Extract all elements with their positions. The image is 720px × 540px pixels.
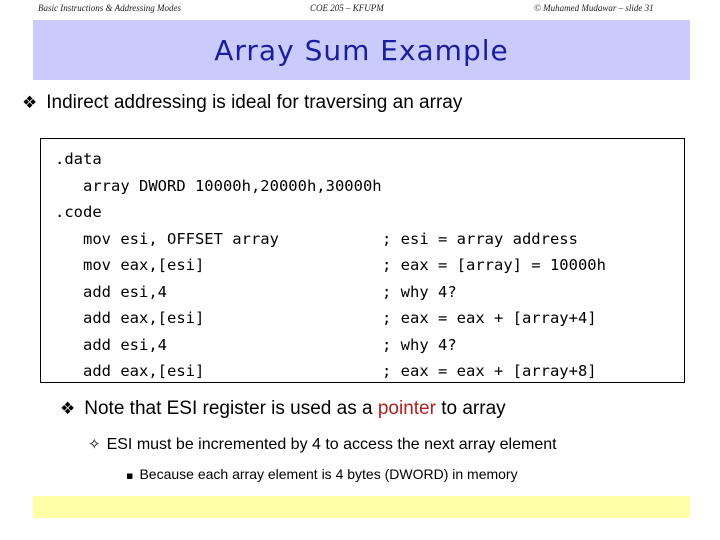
code-comment: ; eax = eax + [array+4] [382, 309, 597, 327]
code-row: add eax,[esi] ; eax = eax + [array+8] [55, 358, 684, 385]
code-row: add esi,4 ; why 4? [55, 332, 684, 359]
bullet-esi-text: ESI must be incremented by 4 to access t… [106, 436, 557, 453]
bullet-esi: ✧ ESI must be incremented by 4 to access… [88, 436, 557, 454]
code-row: add eax,[esi] ; eax = eax + [array+4] [55, 305, 684, 332]
code-source: add esi,4 [55, 282, 167, 301]
footer-credit: © Muhamed Mudawar – slide 31 [534, 3, 654, 13]
bullet-note-highlight: pointer [377, 398, 436, 419]
code-source: add esi,4 [55, 335, 167, 354]
code-row: .data [55, 146, 684, 173]
title-banner: Array Sum Example [33, 20, 690, 80]
bullet-because: ▪ Because each array element is 4 bytes … [126, 466, 518, 482]
code-comment: ; eax = [array] = 10000h [382, 256, 606, 274]
bullet-intro-text: Indirect addressing is ideal for travers… [46, 92, 463, 113]
footer-course-topic: Basic Instructions & Addressing Modes [38, 3, 181, 13]
bullet-note-text-before: Note that ESI register is used as a [84, 398, 378, 419]
code-source: add eax,[esi] [55, 309, 205, 327]
footer-band [33, 496, 690, 518]
code-comment: ; eax = eax + [array+8] [382, 362, 597, 380]
bullet-note: ❖ Note that ESI register is used as a po… [60, 398, 506, 420]
code-comment: ; why 4? [382, 335, 457, 354]
code-source: mov esi, OFFSET array [55, 229, 279, 248]
bullet-note-text: Note that ESI register is used as a poin… [84, 398, 505, 420]
bullet-because-text: Because each array element is 4 bytes (D… [139, 466, 518, 482]
code-source: add eax,[esi] [55, 362, 205, 380]
code-comment: ; why 4? [382, 282, 457, 301]
bullet-intro: ❖ Indirect addressing is ideal for trave… [22, 92, 462, 114]
code-source: array DWORD 10000h,20000h,30000h [55, 176, 382, 195]
code-block: .data array DWORD 10000h,20000h,30000h .… [40, 138, 685, 383]
bullet-note-text-after: to array [435, 398, 506, 419]
diamond-bullet-icon: ❖ [22, 93, 38, 113]
code-source: .code [55, 203, 102, 221]
diamond-bullet-icon: ❖ [60, 399, 76, 419]
code-row: .code [55, 199, 684, 226]
code-source: .data [55, 150, 102, 168]
code-comment: ; esi = array address [382, 229, 578, 248]
code-row: mov eax,[esi] ; eax = [array] = 10000h [55, 252, 684, 279]
square-bullet-icon: ▪ [126, 469, 134, 482]
footer-course-code: COE 205 – KFUPM [310, 3, 384, 13]
open-diamond-bullet-icon: ✧ [88, 435, 101, 453]
page-title: Array Sum Example [214, 33, 509, 67]
code-row: array DWORD 10000h,20000h,30000h [55, 173, 684, 200]
code-source: mov eax,[esi] [55, 256, 205, 274]
code-row: mov esi, OFFSET array ; esi = array addr… [55, 226, 684, 253]
code-row: add esi,4 ; why 4? [55, 279, 684, 306]
